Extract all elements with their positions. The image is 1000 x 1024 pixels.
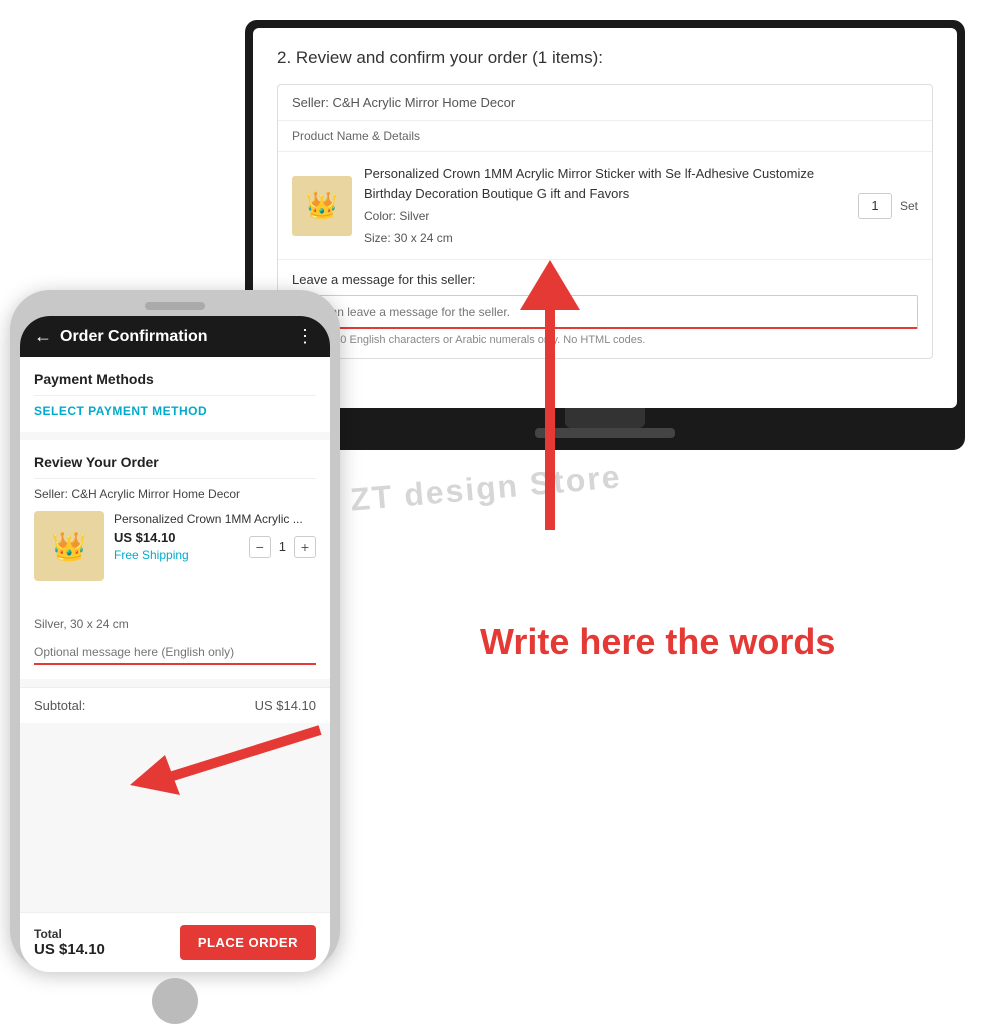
screen-seller: Seller: C&H Acrylic Mirror Home Decor xyxy=(278,85,932,121)
phone-qty-controls: − 1 + xyxy=(249,536,316,558)
phone-product-details: Personalized Crown 1MM Acrylic ... US $1… xyxy=(114,511,316,566)
total-label: Total xyxy=(34,927,105,941)
screen-product-row: 👑 Personalized Crown 1MM Acrylic Mirror … xyxy=(278,152,932,260)
screen-qty-unit: Set xyxy=(900,199,918,213)
phone-inner: ← Order Confirmation ⋮ Payment Methods S… xyxy=(20,316,330,972)
phone-qty-number: 1 xyxy=(279,539,286,554)
qty-minus-button[interactable]: − xyxy=(249,536,271,558)
size-label: Size: xyxy=(364,231,391,245)
arrow-up-icon xyxy=(490,260,610,540)
subtotal-label: Subtotal: xyxy=(34,698,85,713)
screen-product-color: Color: Silver xyxy=(364,207,846,225)
phone-product-name: Personalized Crown 1MM Acrylic ... xyxy=(114,511,316,528)
color-label: Color: xyxy=(364,209,396,223)
screen-order-title: 2. Review and confirm your order (1 item… xyxy=(277,48,933,68)
screen-product-image: 👑 xyxy=(292,176,352,236)
screen-product-header: Product Name & Details xyxy=(278,121,932,152)
screen-product-info: Personalized Crown 1MM Acrylic Mirror St… xyxy=(364,164,846,247)
phone-home-button[interactable] xyxy=(152,978,198,1024)
review-section-title: Review Your Order xyxy=(34,454,316,470)
phone-message-input[interactable] xyxy=(34,641,316,665)
total-area: Total US $14.10 xyxy=(34,927,105,958)
color-value: Silver xyxy=(399,209,429,223)
menu-dots-icon[interactable]: ⋮ xyxy=(296,326,316,347)
phone-footer: Total US $14.10 PLACE ORDER xyxy=(20,912,330,972)
payment-section-title: Payment Methods xyxy=(34,371,316,387)
write-here-instruction: Write here the words xyxy=(480,620,920,663)
phone-speaker xyxy=(145,302,205,310)
back-arrow-icon[interactable]: ← xyxy=(34,326,52,347)
place-order-button[interactable]: PLACE ORDER xyxy=(180,925,316,960)
total-amount: US $14.10 xyxy=(34,941,105,958)
screen-product-name: Personalized Crown 1MM Acrylic Mirror St… xyxy=(364,164,846,203)
phone-message-area xyxy=(34,641,316,665)
phone-seller-label: Seller: C&H Acrylic Mirror Home Decor xyxy=(34,487,316,501)
phone-title: Order Confirmation xyxy=(60,328,288,346)
phone-product-variant: Silver, 30 x 24 cm xyxy=(34,617,316,631)
arrow-left-icon xyxy=(130,720,330,800)
phone-topbar: ← Order Confirmation ⋮ xyxy=(20,316,330,357)
phone-crown-icon: 👑 xyxy=(52,530,87,563)
review-order-section: Review Your Order Seller: C&H Acrylic Mi… xyxy=(20,440,330,679)
size-value: 30 x 24 cm xyxy=(394,231,453,245)
payment-methods-section: Payment Methods SELECT PAYMENT METHOD xyxy=(20,357,330,432)
screen-qty-area: 1 Set xyxy=(858,193,918,219)
screen-product-size: Size: 30 x 24 cm xyxy=(364,229,846,247)
subtotal-value: US $14.10 xyxy=(255,698,316,713)
screen-qty-box[interactable]: 1 xyxy=(858,193,892,219)
subtotal-row: Subtotal: US $14.10 xyxy=(20,687,330,723)
crown-icon: 👑 xyxy=(306,190,338,221)
phone-body: Payment Methods SELECT PAYMENT METHOD Re… xyxy=(20,357,330,912)
select-payment-button[interactable]: SELECT PAYMENT METHOD xyxy=(34,404,316,418)
qty-plus-button[interactable]: + xyxy=(294,536,316,558)
phone: ← Order Confirmation ⋮ Payment Methods S… xyxy=(10,290,340,970)
phone-product-image: 👑 xyxy=(34,511,104,581)
divider-2 xyxy=(34,478,316,479)
phone-product-row: 👑 Personalized Crown 1MM Acrylic ... US … xyxy=(34,511,316,581)
divider-1 xyxy=(34,395,316,396)
